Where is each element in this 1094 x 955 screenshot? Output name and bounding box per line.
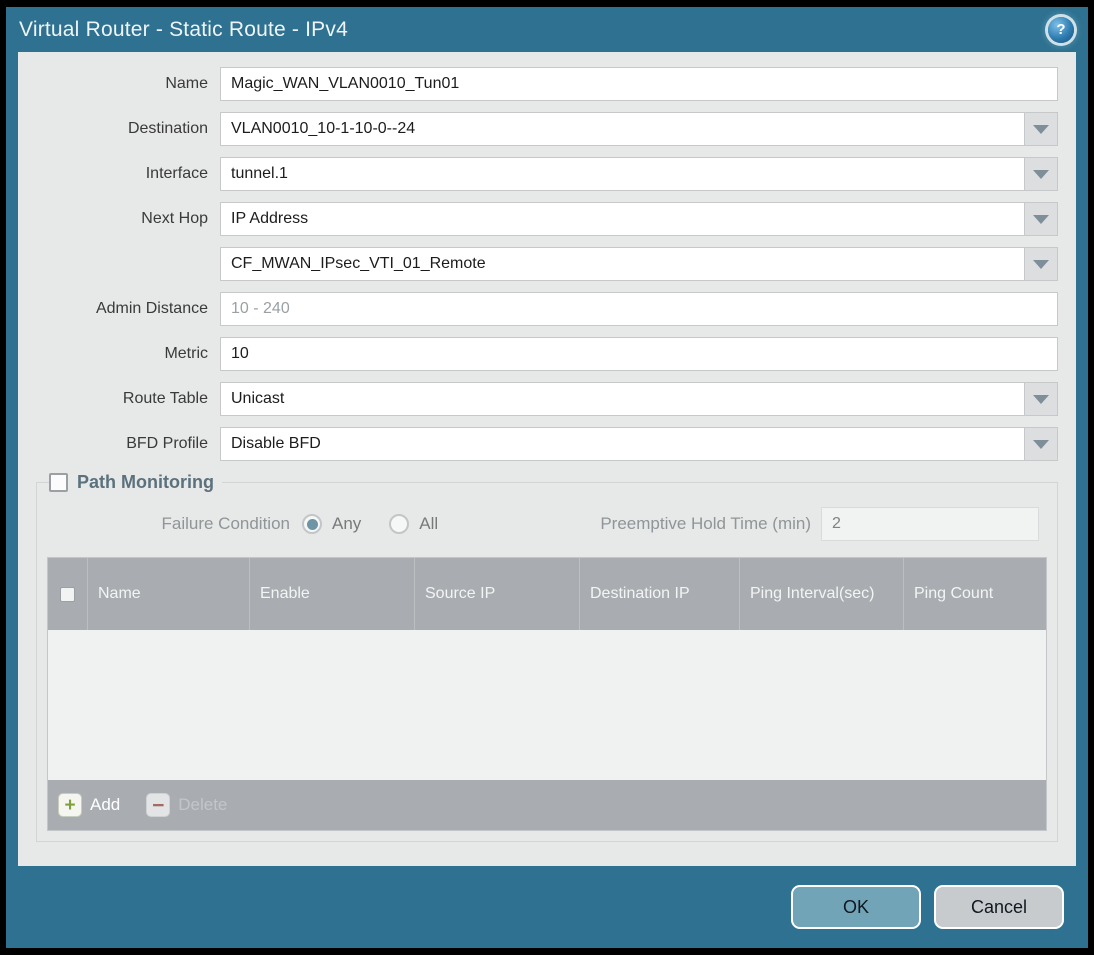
next-hop-type-dropdown-button[interactable] (1024, 203, 1057, 235)
interface-label: Interface (145, 165, 208, 182)
path-monitoring-section: Path Monitoring Failure Condition Any Al… (36, 472, 1058, 842)
path-monitoring-title: Path Monitoring (77, 472, 214, 492)
delete-icon: − (146, 793, 171, 817)
chevron-down-icon (1033, 259, 1049, 269)
delete-button[interactable]: − Delete (146, 793, 227, 817)
bfd-profile-dropdown-button[interactable] (1024, 428, 1057, 460)
ok-button[interactable]: OK (791, 885, 921, 929)
table-header-select-all[interactable] (48, 558, 88, 630)
admin-distance-label: Admin Distance (95, 300, 208, 317)
failure-condition-radio-group: Any All (302, 514, 466, 534)
table-header-source-ip[interactable]: Source IP (415, 558, 580, 630)
path-monitoring-checkbox[interactable] (49, 473, 68, 492)
radio-all-icon (389, 514, 410, 534)
interface-input[interactable] (220, 157, 1058, 191)
table-header-name[interactable]: Name (88, 558, 250, 630)
next-hop-address-dropdown-button[interactable] (1024, 248, 1057, 280)
path-monitoring-table: Name Enable Source IP Destination IP Pin… (47, 557, 1047, 831)
failure-condition-label: Failure Condition (161, 514, 290, 533)
table-header-destination-ip[interactable]: Destination IP (580, 558, 740, 630)
help-icon[interactable]: ? (1048, 16, 1074, 43)
destination-dropdown-button[interactable] (1024, 113, 1057, 145)
path-monitoring-legend: Path Monitoring (49, 472, 222, 493)
radio-any-icon (302, 514, 322, 534)
table-header-ping-count[interactable]: Ping Count (904, 558, 1046, 630)
row-metric: Metric (18, 337, 1076, 371)
row-admin-distance: Admin Distance (18, 292, 1076, 326)
preemptive-hold-time-label: Preemptive Hold Time (min) (600, 514, 811, 533)
interface-dropdown-button[interactable] (1024, 158, 1057, 190)
delete-button-label: Delete (178, 795, 228, 814)
radio-any-label: Any (332, 514, 362, 533)
table-body-empty (48, 630, 1046, 780)
row-route-table: Route Table (18, 382, 1076, 416)
failure-condition-row: Failure Condition Any All Preemptive Hol… (47, 493, 1047, 557)
row-next-hop-value (18, 247, 1076, 281)
dialog-title: Virtual Router - Static Route - IPv4 (19, 17, 348, 41)
bfd-profile-input[interactable] (220, 427, 1058, 461)
metric-label: Metric (164, 345, 208, 362)
preemptive-hold-time-input[interactable] (821, 507, 1039, 541)
table-header-enable[interactable]: Enable (250, 558, 415, 630)
route-table-label: Route Table (122, 390, 208, 407)
chevron-down-icon (1033, 169, 1049, 179)
destination-label: Destination (127, 120, 208, 137)
next-hop-label: Next Hop (141, 210, 208, 227)
next-hop-type-input[interactable] (220, 202, 1058, 236)
chevron-down-icon (1033, 394, 1049, 404)
radio-option-any[interactable]: Any (302, 514, 361, 534)
row-name: Name (18, 67, 1076, 101)
row-interface: Interface (18, 157, 1076, 191)
dialog-button-bar: OK Cancel (6, 866, 1088, 948)
destination-input[interactable] (220, 112, 1058, 146)
table-header-row: Name Enable Source IP Destination IP Pin… (48, 558, 1046, 630)
titlebar: Virtual Router - Static Route - IPv4 ? (6, 7, 1088, 52)
row-bfd-profile: BFD Profile (18, 427, 1076, 461)
select-all-checkbox[interactable] (60, 586, 75, 602)
dialog-body: Name Destination Interface (18, 52, 1076, 866)
admin-distance-input[interactable] (220, 292, 1058, 326)
radio-all-label: All (419, 514, 439, 533)
chevron-down-icon (1033, 439, 1049, 449)
table-footer: + Add − Delete (48, 780, 1046, 830)
next-hop-address-input[interactable] (220, 247, 1058, 281)
name-label: Name (165, 75, 208, 92)
radio-option-all[interactable]: All (389, 514, 438, 534)
route-table-input[interactable] (220, 382, 1058, 416)
row-next-hop: Next Hop (18, 202, 1076, 236)
row-destination: Destination (18, 112, 1076, 146)
cancel-button[interactable]: Cancel (934, 885, 1064, 929)
chevron-down-icon (1033, 124, 1049, 134)
add-icon: + (58, 793, 82, 817)
chevron-down-icon (1033, 214, 1049, 224)
add-button-label: Add (90, 795, 121, 814)
table-header-ping-interval[interactable]: Ping Interval(sec) (740, 558, 904, 630)
metric-input[interactable] (220, 337, 1058, 371)
add-button[interactable]: + Add (58, 793, 120, 817)
route-table-dropdown-button[interactable] (1024, 383, 1057, 415)
name-input[interactable] (220, 67, 1058, 101)
bfd-profile-label: BFD Profile (126, 435, 208, 452)
dialog-virtual-router-static-route: Virtual Router - Static Route - IPv4 ? N… (6, 7, 1088, 948)
